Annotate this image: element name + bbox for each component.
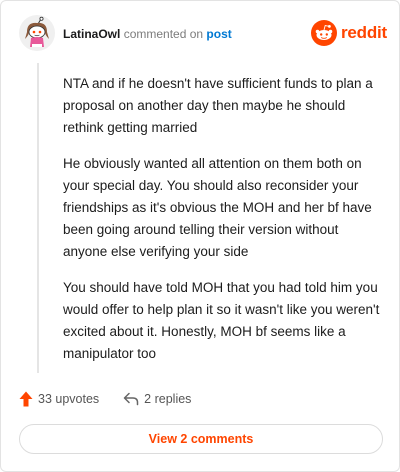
reply-arrow-icon [123, 392, 139, 406]
upvote-arrow-icon [19, 391, 33, 407]
replies-count: 2 replies [144, 392, 192, 406]
comment-meta: LatinaOwl commented on post [63, 27, 232, 41]
upvote-button[interactable]: 33 upvotes [19, 391, 99, 407]
thread-line [37, 63, 39, 373]
comment-paragraph: You should have told MOH that you had to… [63, 280, 380, 361]
commented-on-label: commented on [123, 27, 204, 41]
view-comments-button[interactable]: View 2 comments [19, 424, 383, 454]
comment-header: LatinaOwl commented on post reddit [19, 15, 387, 55]
comment-paragraph: NTA and if he doesn't have sufficient fu… [63, 76, 373, 135]
username-link[interactable]: LatinaOwl [63, 27, 120, 41]
user-avatar[interactable] [19, 15, 55, 51]
comment-actions: 33 upvotes 2 replies [19, 389, 191, 409]
upvote-count: 33 upvotes [38, 392, 100, 406]
replies-button[interactable]: 2 replies [123, 392, 191, 406]
snoo-avatar-icon [19, 15, 55, 51]
reddit-wordmark: reddit [340, 23, 387, 42]
post-link[interactable]: post [206, 27, 231, 41]
comment-card: LatinaOwl commented on post reddit NTA a… [0, 0, 400, 472]
reddit-logo[interactable]: reddit [310, 20, 387, 46]
reddit-alien-icon [310, 20, 337, 46]
comment-paragraph: He obviously wanted all attention on the… [63, 156, 372, 259]
comment-body: NTA and if he doesn't have sufficient fu… [63, 73, 381, 379]
